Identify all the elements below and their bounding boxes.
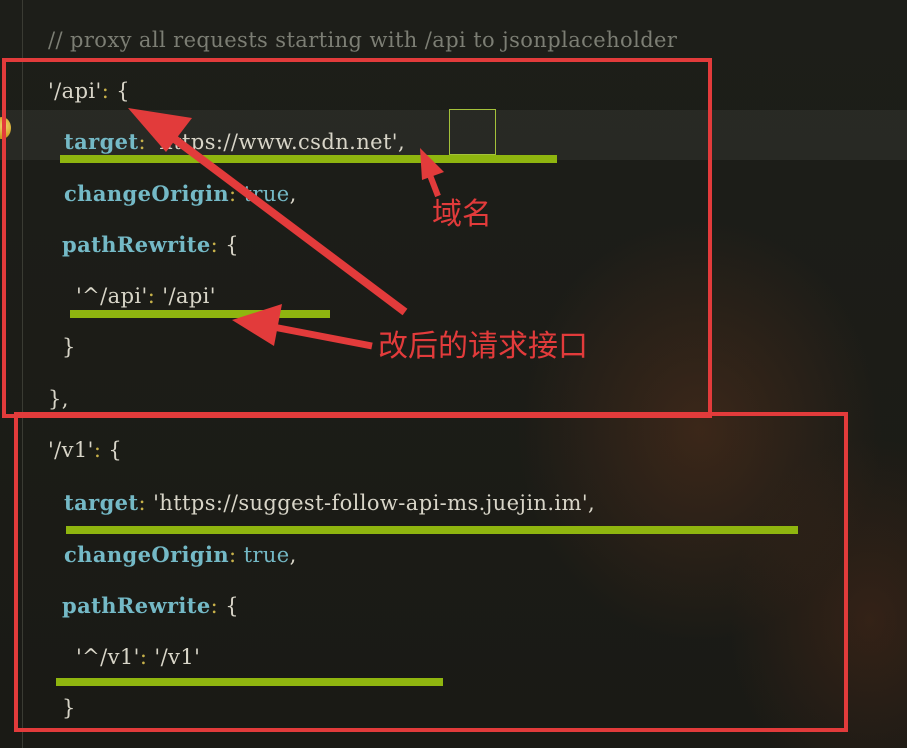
annotation-arrows — [128, 108, 444, 350]
arrow-line-rewrite — [267, 322, 373, 350]
arrow-head-domain — [420, 148, 444, 180]
arrow-head-rewrite — [232, 304, 282, 346]
domain-annotation: 域名 — [432, 197, 492, 232]
arrow-line-target — [157, 124, 408, 316]
code-editor[interactable]: // proxy all requests starting with /api… — [0, 0, 907, 748]
rewrite-annotation: 改后的请求接口 — [378, 329, 588, 364]
